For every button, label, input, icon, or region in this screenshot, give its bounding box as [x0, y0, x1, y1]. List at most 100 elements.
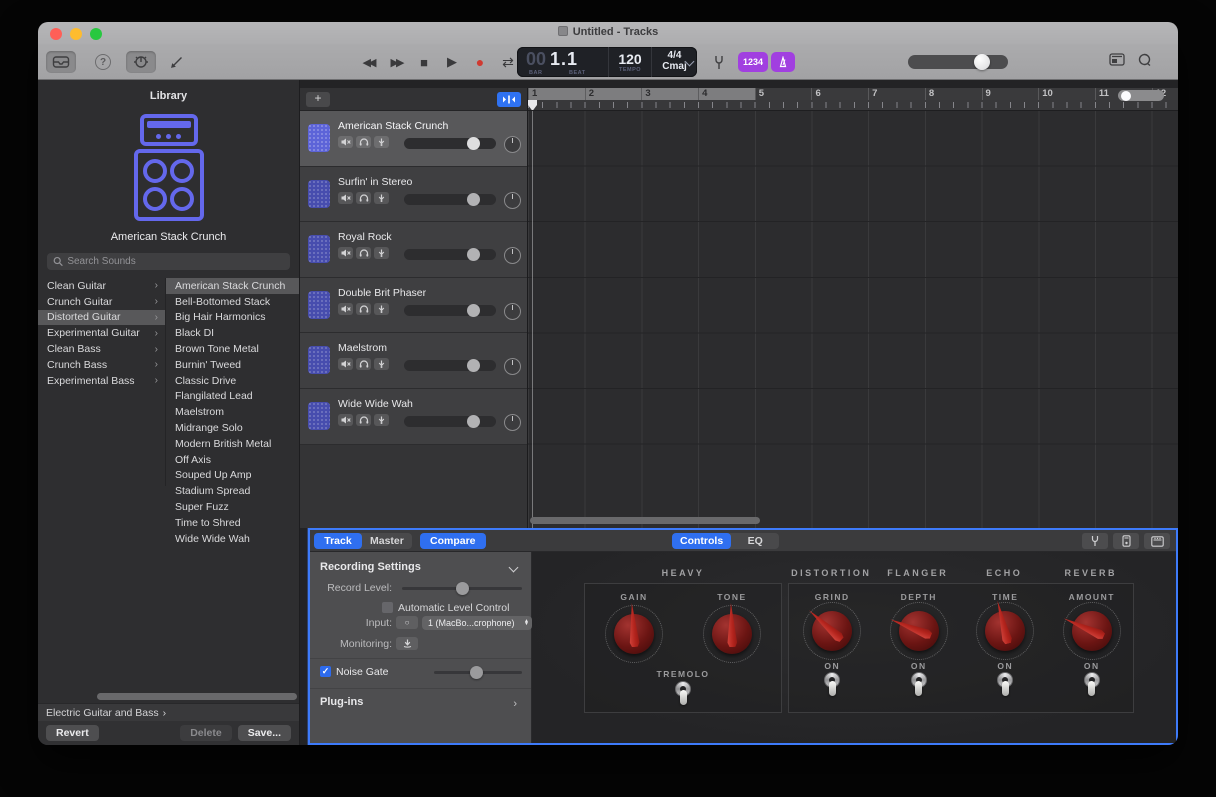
track-header-row[interactable]: Wide Wide Wah — [300, 389, 527, 445]
input-format-button[interactable]: ○ — [396, 616, 418, 629]
track-pan-knob[interactable] — [504, 414, 521, 431]
track-pan-knob[interactable] — [504, 303, 521, 320]
solo-button[interactable] — [356, 358, 371, 370]
noise-gate-knob[interactable] — [470, 666, 483, 679]
input-monitoring-button[interactable] — [374, 247, 389, 259]
red-knob[interactable] — [709, 611, 755, 657]
patch-row[interactable]: Maelstrom — [166, 404, 299, 420]
solo-button[interactable] — [356, 247, 371, 259]
track-header-row[interactable]: Surfin' in Stereo — [300, 167, 527, 223]
red-knob[interactable] — [982, 608, 1028, 654]
chevron-down-icon[interactable] — [509, 563, 519, 573]
count-in-button[interactable]: 1234 — [738, 52, 768, 72]
category-row[interactable]: Crunch Bass › — [38, 357, 165, 373]
timeline[interactable]: 1 2 3 4 5 6 7 — [528, 88, 1178, 528]
tab-master[interactable]: Master — [362, 533, 412, 549]
track-volume-knob[interactable] — [467, 137, 480, 150]
input-monitoring-button[interactable] — [374, 192, 389, 204]
patch-row[interactable]: Off Axis — [166, 452, 299, 468]
zoom-slider-knob[interactable] — [1121, 91, 1131, 101]
lcd-display[interactable]: 00 1.1 BAR BEAT 120 TEMPO 4/4 Cmaj — [517, 47, 697, 77]
track-volume-knob[interactable] — [467, 248, 480, 261]
revert-button[interactable]: Revert — [46, 725, 99, 741]
horizontal-zoom-slider[interactable] — [1118, 90, 1164, 101]
input-monitoring-button[interactable] — [374, 414, 389, 426]
tab-eq[interactable]: EQ — [731, 533, 779, 549]
solo-button[interactable] — [356, 303, 371, 315]
solo-button[interactable] — [356, 414, 371, 426]
track-volume-slider[interactable] — [404, 138, 496, 149]
library-toggle-button[interactable] — [46, 51, 76, 73]
track-volume-slider[interactable] — [404, 416, 496, 427]
mute-button[interactable] — [338, 303, 353, 315]
patch-row[interactable]: Bell-Bottomed Stack — [166, 294, 299, 310]
red-knob[interactable] — [809, 608, 855, 654]
patch-row[interactable]: Stadium Spread — [166, 483, 299, 499]
patch-row[interactable]: Souped Up Amp — [166, 468, 299, 484]
tab-track[interactable]: Track — [314, 533, 362, 549]
red-knob[interactable] — [1069, 608, 1115, 654]
monitoring-button[interactable] — [396, 637, 418, 650]
chevron-right-icon[interactable]: › — [513, 698, 517, 710]
track-header-row[interactable]: Royal Rock — [300, 222, 527, 278]
play-button[interactable]: ▶ — [440, 51, 464, 73]
tremolo-switch[interactable] — [674, 681, 692, 708]
search-input[interactable] — [67, 256, 284, 267]
track-header-row[interactable]: Double Brit Phaser — [300, 278, 527, 334]
solo-button[interactable] — [356, 192, 371, 204]
patch-row[interactable]: Wide Wide Wah — [166, 531, 299, 547]
mute-button[interactable] — [338, 136, 353, 148]
track-volume-slider[interactable] — [404, 249, 496, 260]
library-scrollbar[interactable] — [40, 693, 297, 701]
lcd-tempo[interactable]: 120 TEMPO — [609, 47, 652, 77]
track-volume-knob[interactable] — [467, 415, 480, 428]
input-monitoring-button[interactable] — [374, 358, 389, 370]
noise-gate-slider[interactable] — [434, 671, 522, 674]
input-monitoring-button[interactable] — [374, 303, 389, 315]
category-row[interactable]: Distorted Guitar › — [38, 310, 165, 326]
breadcrumb[interactable]: Electric Guitar and Bass › — [38, 703, 299, 721]
red-knob[interactable] — [896, 608, 942, 654]
add-track-button[interactable]: + — [306, 92, 330, 107]
track-volume-knob[interactable] — [467, 304, 480, 317]
patch-row[interactable]: Black DI — [166, 325, 299, 341]
patch-row[interactable]: Super Fuzz — [166, 499, 299, 515]
patch-row[interactable]: Midrange Solo — [166, 420, 299, 436]
smart-controls-button[interactable] — [126, 51, 156, 73]
track-volume-slider[interactable] — [404, 194, 496, 205]
category-row[interactable]: Experimental Bass › — [38, 373, 165, 389]
track-volume-slider[interactable] — [404, 360, 496, 371]
search-field[interactable] — [47, 253, 290, 270]
editors-button[interactable] — [162, 51, 192, 73]
track-pan-knob[interactable] — [504, 358, 521, 375]
patch-row[interactable]: Modern British Metal — [166, 436, 299, 452]
auto-level-checkbox[interactable] — [382, 602, 393, 613]
track-volume-knob[interactable] — [467, 193, 480, 206]
patch-row[interactable]: American Stack Crunch — [166, 278, 299, 294]
tab-controls[interactable]: Controls — [672, 533, 731, 549]
red-knob[interactable] — [611, 611, 657, 657]
stop-button[interactable]: ■ — [412, 51, 436, 73]
lcd-key-signature[interactable]: 4/4 Cmaj — [652, 47, 697, 77]
mute-button[interactable] — [338, 358, 353, 370]
catch-playhead-button[interactable] — [497, 92, 521, 107]
category-row[interactable]: Experimental Guitar › — [38, 325, 165, 341]
patch-row[interactable]: Flangilated Lead — [166, 389, 299, 405]
effect-on-switch[interactable] — [910, 672, 928, 699]
display-mode-button[interactable] — [1109, 53, 1125, 66]
save-button[interactable]: Save... — [238, 725, 291, 741]
patch-row[interactable]: Brown Tone Metal — [166, 341, 299, 357]
mute-button[interactable] — [338, 247, 353, 259]
track-pan-knob[interactable] — [504, 247, 521, 264]
track-header-row[interactable]: Maelstrom — [300, 333, 527, 389]
forward-button[interactable]: ▶▶ — [384, 51, 408, 73]
record-level-slider[interactable] — [402, 587, 522, 590]
solo-button[interactable] — [356, 136, 371, 148]
record-level-knob[interactable] — [456, 582, 469, 595]
category-row[interactable]: Clean Guitar › — [38, 278, 165, 294]
patch-row[interactable]: Burnin' Tweed — [166, 357, 299, 373]
effect-on-switch[interactable] — [1083, 672, 1101, 699]
track-volume-slider[interactable] — [404, 305, 496, 316]
metronome-button[interactable] — [771, 52, 795, 72]
track-pan-knob[interactable] — [504, 192, 521, 209]
